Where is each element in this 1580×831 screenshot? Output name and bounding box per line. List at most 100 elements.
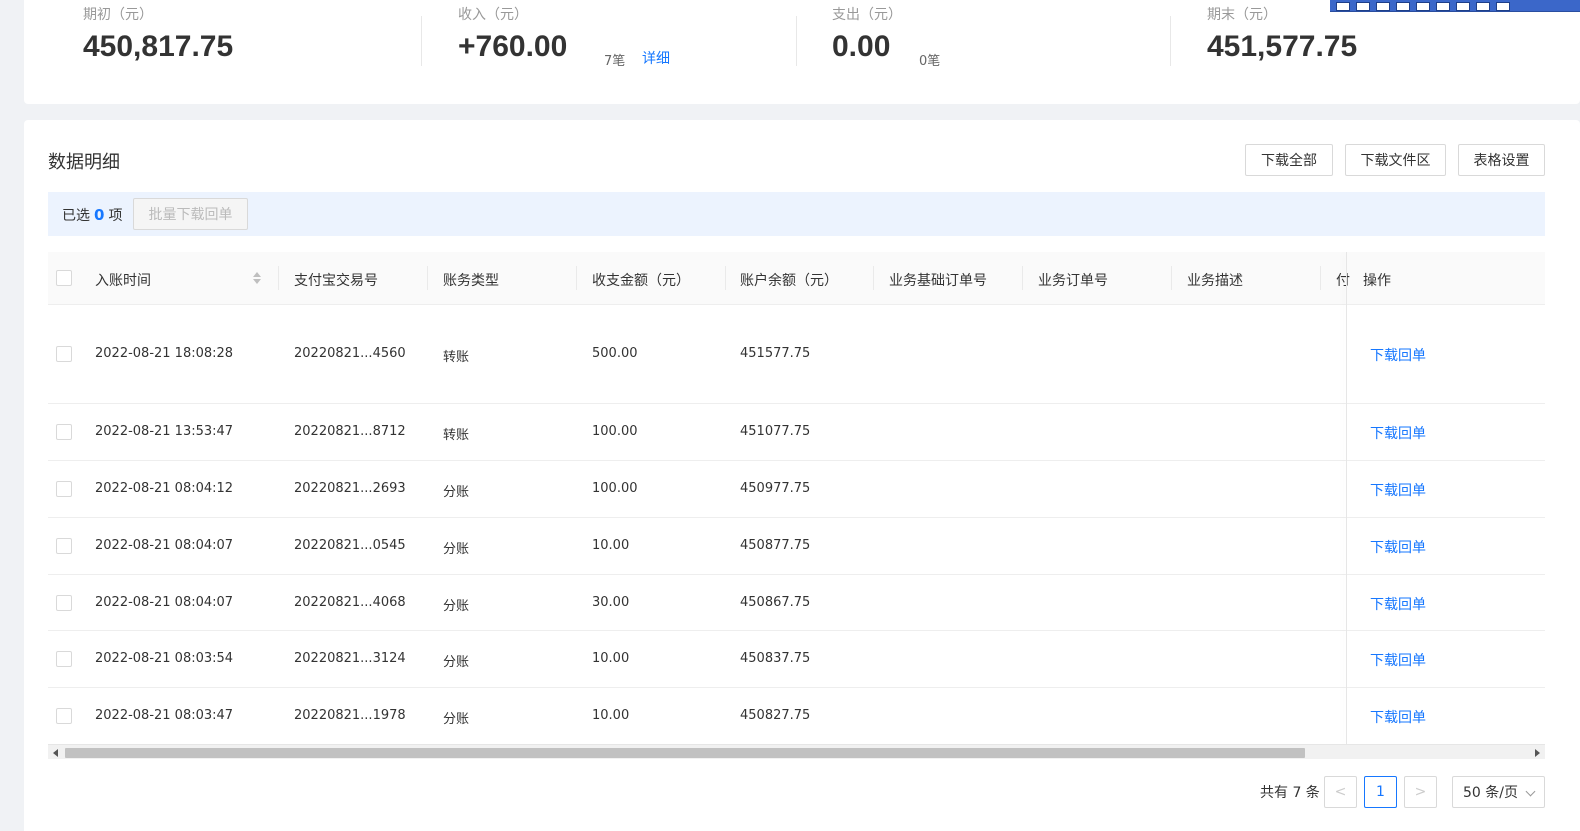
- column-header-trade-no: 支付宝交易号: [294, 273, 378, 289]
- cell-trade-no: 20220821...1978: [294, 708, 406, 723]
- row-checkbox[interactable]: [56, 481, 72, 497]
- divider: [421, 16, 422, 66]
- column-divider: [427, 266, 428, 290]
- table-row: 2022-08-21 13:53:47 20220821...8712 转账 1…: [48, 404, 1545, 461]
- cell-time: 2022-08-21 08:04:12: [95, 481, 234, 496]
- download-all-button[interactable]: 下载全部: [1245, 144, 1333, 176]
- cell-type: 转账: [443, 428, 470, 443]
- scroll-right-icon[interactable]: [1535, 749, 1540, 757]
- tool-icon[interactable]: [1376, 2, 1390, 11]
- column-divider: [278, 266, 279, 290]
- cell-trade-no: 20220821...2693: [294, 481, 406, 496]
- cell-amount: 500.00: [592, 346, 638, 361]
- download-receipt-link[interactable]: 下载回单: [1370, 345, 1426, 365]
- table-row: 2022-08-21 08:03:47 20220821...1978 分账 1…: [48, 688, 1545, 744]
- row-checkbox[interactable]: [56, 424, 72, 440]
- cell-amount: 100.00: [592, 481, 638, 496]
- tool-icon[interactable]: [1356, 2, 1370, 11]
- row-checkbox[interactable]: [56, 651, 72, 667]
- cell-amount: 10.00: [592, 538, 630, 553]
- download-receipt-link[interactable]: 下载回单: [1370, 650, 1426, 670]
- cell-trade-no: 20220821...4068: [294, 595, 406, 610]
- cell-time: 2022-08-21 08:04:07: [95, 595, 234, 610]
- cell-balance: 450837.75: [740, 651, 811, 666]
- scrollbar-thumb[interactable]: [65, 748, 1305, 758]
- expense-label: 支出（元）: [832, 7, 902, 23]
- next-page-button[interactable]: >: [1404, 776, 1437, 808]
- selection-bar: 已选 0 项 批量下载回单: [48, 192, 1545, 236]
- column-divider: [1022, 266, 1023, 290]
- cell-type: 分账: [443, 712, 470, 727]
- cell-trade-no: 20220821...3124: [294, 651, 406, 666]
- page-1-button[interactable]: 1: [1364, 776, 1397, 808]
- column-divider: [725, 266, 726, 290]
- column-header-order: 业务订单号: [1038, 273, 1108, 289]
- cell-amount: 10.00: [592, 708, 630, 723]
- tool-icon[interactable]: [1496, 2, 1510, 11]
- table-header: 入账时间 支付宝交易号 账务类型 收支金额（元） 账户余额（元） 业务基础订单号…: [48, 252, 1545, 305]
- opening-value: 450,817.75: [83, 30, 234, 63]
- closing-label: 期末（元）: [1207, 7, 1277, 23]
- page-size-select[interactable]: 50 条/页: [1452, 776, 1545, 808]
- column-divider: [1320, 266, 1321, 290]
- download-receipt-link[interactable]: 下载回单: [1370, 707, 1426, 727]
- tool-icon[interactable]: [1336, 2, 1350, 11]
- tool-icon[interactable]: [1476, 2, 1490, 11]
- cell-amount: 10.00: [592, 651, 630, 666]
- column-header-base-order: 业务基础订单号: [889, 273, 987, 289]
- download-receipt-link[interactable]: 下载回单: [1370, 594, 1426, 614]
- income-detail-link[interactable]: 详细: [642, 48, 670, 68]
- selection-prefix: 已选: [62, 208, 90, 224]
- horizontal-scrollbar[interactable]: [48, 744, 1545, 759]
- table-row: 2022-08-21 18:08:28 20220821...4560 转账 5…: [48, 305, 1545, 404]
- floating-toolbar[interactable]: [1330, 0, 1580, 12]
- cell-balance: 450827.75: [740, 708, 811, 723]
- cell-amount: 100.00: [592, 424, 638, 439]
- cell-amount: 30.00: [592, 595, 630, 610]
- expense-value: 0.00: [832, 30, 891, 63]
- tool-icon[interactable]: [1396, 2, 1410, 11]
- income-count: 7笔: [604, 54, 626, 69]
- divider: [796, 16, 797, 66]
- data-detail-card: 数据明细 下载全部 下载文件区 表格设置 已选 0 项 批量下载回单 入账时间 支付…: [24, 120, 1580, 831]
- fixed-column-divider: [1346, 252, 1347, 744]
- table-row: 2022-08-21 08:04:07 20220821...4068 分账 3…: [48, 575, 1545, 631]
- transactions-table: 入账时间 支付宝交易号 账务类型 收支金额（元） 账户余额（元） 业务基础订单号…: [48, 252, 1545, 744]
- cell-time: 2022-08-21 08:03:47: [95, 708, 234, 723]
- download-receipt-link[interactable]: 下载回单: [1370, 537, 1426, 557]
- download-receipt-link[interactable]: 下载回单: [1370, 423, 1426, 443]
- expense-count: 0笔: [919, 54, 941, 69]
- tool-icon[interactable]: [1456, 2, 1470, 11]
- opening-label: 期初（元）: [83, 7, 153, 23]
- sort-icon[interactable]: [252, 272, 262, 286]
- column-header-amount: 收支金额（元）: [592, 273, 690, 289]
- cell-balance: 451077.75: [740, 424, 811, 439]
- cell-type: 分账: [443, 485, 470, 500]
- scroll-left-icon[interactable]: [53, 749, 58, 757]
- income-label: 收入（元）: [458, 7, 528, 23]
- batch-download-receipt-button[interactable]: 批量下载回单: [133, 198, 248, 230]
- income-value: +760.00: [458, 30, 568, 63]
- cell-time: 2022-08-21 18:08:28: [95, 346, 234, 361]
- page-size-value: 50 条/页: [1463, 785, 1518, 801]
- cell-type: 分账: [443, 542, 470, 557]
- column-header-desc: 业务描述: [1187, 273, 1243, 289]
- table-settings-button[interactable]: 表格设置: [1458, 144, 1545, 176]
- select-all-checkbox[interactable]: [56, 270, 72, 286]
- column-header-time[interactable]: 入账时间: [95, 270, 151, 290]
- closing-value: 451,577.75: [1207, 30, 1358, 63]
- cell-type: 分账: [443, 599, 470, 614]
- column-header-balance: 账户余额（元）: [740, 273, 838, 289]
- row-checkbox[interactable]: [56, 538, 72, 554]
- tool-icon[interactable]: [1436, 2, 1450, 11]
- download-area-button[interactable]: 下载文件区: [1345, 144, 1446, 176]
- row-checkbox[interactable]: [56, 346, 72, 362]
- download-receipt-link[interactable]: 下载回单: [1370, 480, 1426, 500]
- row-checkbox[interactable]: [56, 595, 72, 611]
- section-title: 数据明细: [48, 152, 120, 173]
- row-checkbox[interactable]: [56, 708, 72, 724]
- tool-icon[interactable]: [1416, 2, 1430, 11]
- cell-type: 分账: [443, 655, 470, 670]
- table-row: 2022-08-21 08:03:54 20220821...3124 分账 1…: [48, 631, 1545, 688]
- prev-page-button[interactable]: <: [1324, 776, 1357, 808]
